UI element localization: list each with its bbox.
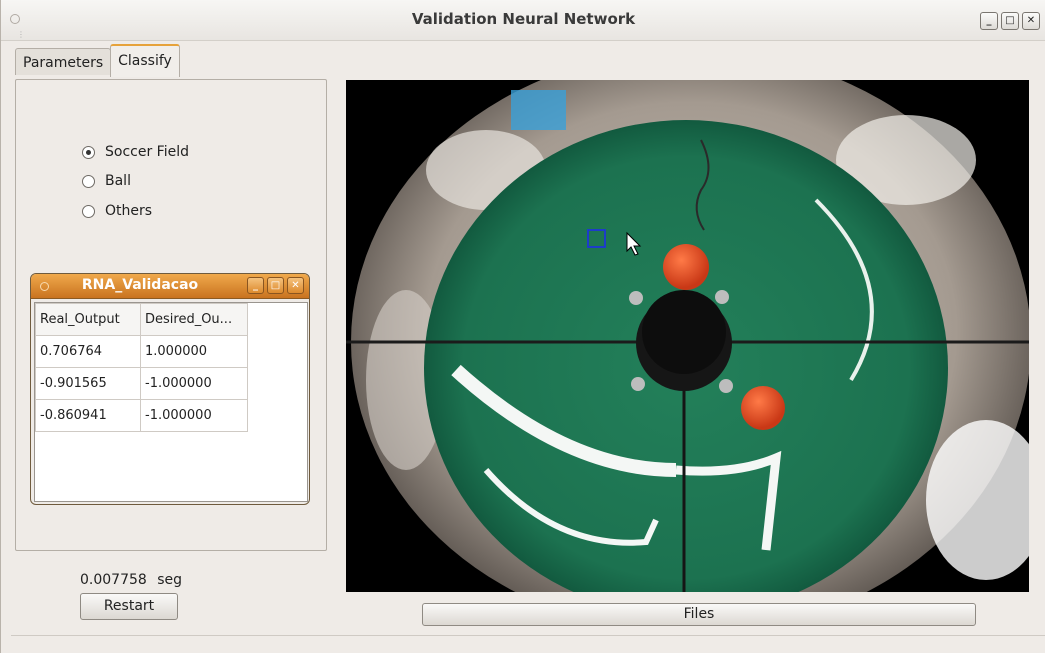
table-cell[interactable]: 0.706764 <box>35 335 141 368</box>
status-bar-divider <box>11 635 1045 636</box>
validation-subwindow: RNA_Validacao _ □ ✕ Real_Output Desired_… <box>30 273 310 505</box>
results-table-area: Real_Output Desired_Ou... 0.706764 1.000… <box>34 302 308 502</box>
subwindow-minimize-button[interactable]: _ <box>247 277 264 294</box>
maximize-button[interactable]: □ <box>1001 12 1019 30</box>
restart-button[interactable]: Restart <box>80 593 178 620</box>
window-title: Validation Neural Network <box>411 10 636 28</box>
table-cell[interactable]: 1.000000 <box>140 335 248 368</box>
elapsed-time-unit: seg <box>157 572 183 588</box>
table-cell[interactable]: -1.000000 <box>140 367 248 400</box>
column-header-real-output[interactable]: Real_Output <box>35 303 141 336</box>
column-header-desired-output[interactable]: Desired_Ou... <box>140 303 248 336</box>
table-row[interactable]: -0.901565 -1.000000 <box>35 367 248 400</box>
main-window: ⋮ Validation Neural Network _ □ ✕ Parame… <box>0 0 1045 653</box>
title-bar: ⋮ Validation Neural Network _ □ ✕ <box>1 0 1045 41</box>
elapsed-time: 0.007758 seg <box>80 572 182 588</box>
grip-icon: ⋮ <box>17 30 25 39</box>
table-header-row: Real_Output Desired_Ou... <box>35 303 248 336</box>
subwindow-title-bar[interactable]: RNA_Validacao _ □ ✕ <box>31 274 309 299</box>
radio-unchecked-icon[interactable] <box>82 174 95 188</box>
table-cell[interactable]: -1.000000 <box>140 399 248 432</box>
ball-orange <box>663 244 709 290</box>
tab-classify[interactable]: Classify <box>110 44 180 77</box>
radio-label: Ball <box>105 173 131 189</box>
table-cell[interactable]: -0.860941 <box>35 399 141 432</box>
radio-soccer-field[interactable]: Soccer Field <box>82 144 189 160</box>
classify-panel: Soccer Field Ball Others RNA_Validacao _… <box>15 79 327 551</box>
tab-bar: Parameters Classify <box>15 44 180 77</box>
table-cell[interactable]: -0.901565 <box>35 367 141 400</box>
omnidirectional-camera-view <box>346 80 1029 592</box>
camera-image[interactable] <box>346 80 1029 592</box>
subwindow-title: RNA_Validacao <box>81 277 199 293</box>
files-button[interactable]: Files <box>422 603 976 626</box>
radio-label: Soccer Field <box>105 144 189 160</box>
table-row[interactable]: 0.706764 1.000000 <box>35 335 248 368</box>
radio-checked-icon[interactable] <box>82 145 95 159</box>
close-button[interactable]: ✕ <box>1022 12 1040 30</box>
radio-label: Others <box>105 203 153 219</box>
table-row[interactable]: -0.860941 -1.000000 <box>35 399 248 432</box>
results-table: Real_Output Desired_Ou... 0.706764 1.000… <box>35 303 248 432</box>
ball-orange <box>741 386 785 430</box>
elapsed-time-value: 0.007758 <box>80 572 147 588</box>
tab-parameters[interactable]: Parameters <box>15 48 112 75</box>
radio-others[interactable]: Others <box>82 203 152 219</box>
radio-unchecked-icon[interactable] <box>82 204 95 218</box>
minimize-button[interactable]: _ <box>980 12 998 30</box>
subwindow-close-button[interactable]: ✕ <box>287 277 304 294</box>
radio-ball[interactable]: Ball <box>82 173 131 189</box>
subwindow-maximize-button[interactable]: □ <box>267 277 284 294</box>
